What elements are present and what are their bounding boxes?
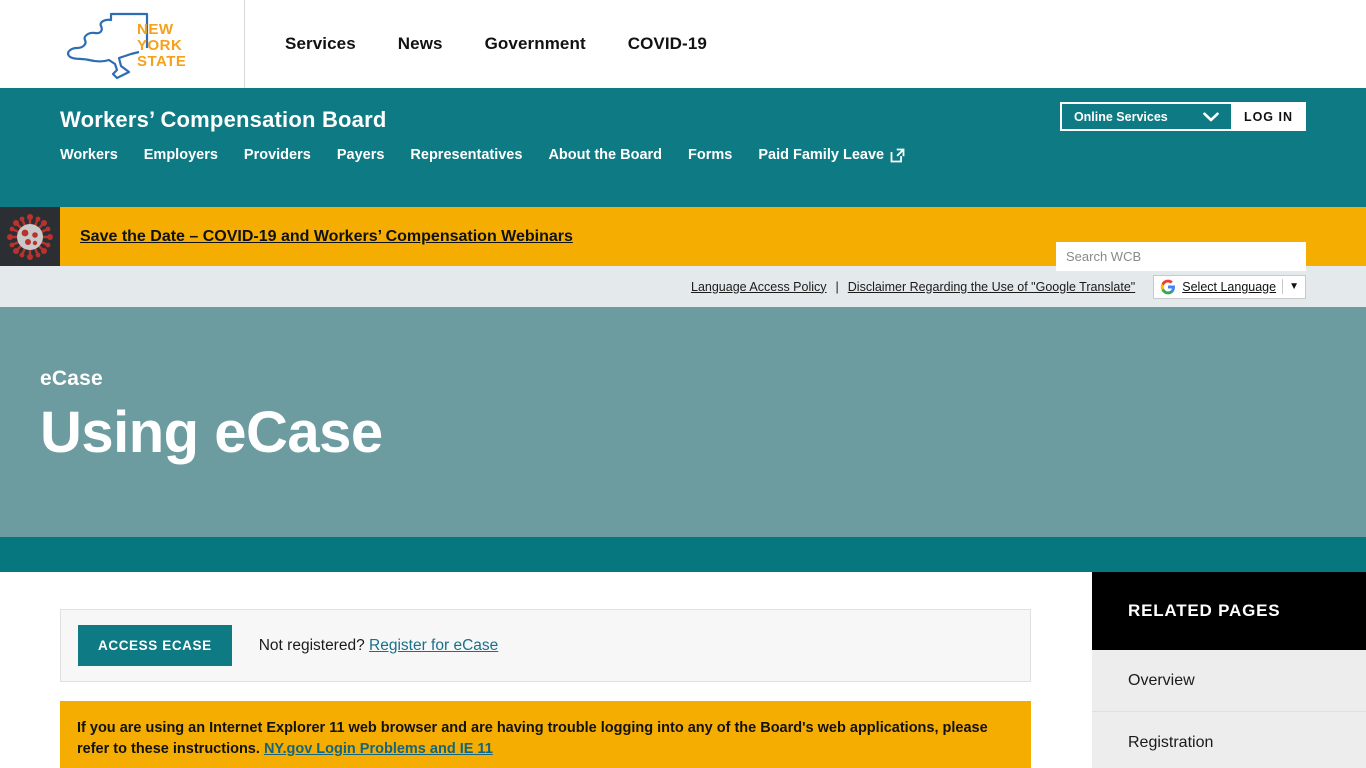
wcb-nav-representatives[interactable]: Representatives [410, 147, 522, 163]
ie11-notice-banner: If you are using an Internet Explorer 11… [60, 701, 1031, 768]
page-title: Using eCase [40, 400, 383, 465]
nygov-link-news[interactable]: News [398, 34, 443, 54]
language-bar-separator: | [835, 279, 839, 294]
ie11-help-link[interactable]: NY.gov Login Problems and IE 11 [264, 741, 493, 757]
external-link-icon [890, 148, 905, 162]
language-bar: Language Access Policy | Disclaimer Rega… [0, 266, 1366, 307]
login-button[interactable]: LOG IN [1230, 102, 1306, 131]
google-translate-widget[interactable]: Select Language ▼ [1153, 274, 1306, 299]
access-ecase-panel: ACCESS ECASE Not registered? Register fo… [60, 609, 1031, 682]
wcb-nav-forms[interactable]: Forms [688, 147, 732, 163]
sidebar-item-registration[interactable]: Registration [1092, 712, 1366, 768]
access-ecase-button[interactable]: ACCESS ECASE [78, 625, 232, 666]
new-york-state-logo-icon: NEW YORK STATE [67, 12, 185, 80]
wcb-nav-employers[interactable]: Employers [144, 147, 218, 163]
related-pages-heading: RELATED PAGES [1092, 572, 1366, 650]
wcb-nav-about-the-board[interactable]: About the Board [548, 147, 662, 163]
chevron-down-icon [1203, 112, 1219, 121]
online-services-label: Online Services [1073, 109, 1168, 124]
nygov-nav: Services News Government COVID-19 [245, 0, 707, 88]
wcb-header: Workers’ Compensation Board Workers Empl… [0, 88, 1366, 271]
hero-eyebrow: eCase [40, 367, 103, 390]
language-access-policy-link[interactable]: Language Access Policy [691, 280, 827, 294]
register-for-ecase-link[interactable]: Register for eCase [369, 637, 498, 654]
wcb-site-title[interactable]: Workers’ Compensation Board [60, 107, 387, 133]
wcb-nav-employers-label: Employers [143, 147, 218, 163]
nygov-link-services[interactable]: Services [285, 34, 356, 54]
main-content-column: ACCESS ECASE Not registered? Register fo… [0, 572, 1092, 768]
select-language-label: Select Language [1182, 279, 1277, 294]
online-services-dropdown[interactable]: Online Services [1059, 102, 1231, 131]
not-registered-text-group: Not registered? Register for eCase [259, 637, 499, 655]
svg-text:STATE: STATE [137, 53, 185, 70]
google-g-icon [1160, 279, 1176, 294]
svg-text:YORK: YORK [137, 37, 182, 54]
covid-alert-text-cell: Save the Date – COVID-19 and Workers’ Co… [60, 207, 573, 266]
wcb-nav-payers-label: Payers [336, 147, 385, 163]
ie11-notice-text: If you are using an Internet Explorer 11… [77, 720, 988, 758]
wcb-nav-providers-label: Providers [243, 147, 311, 163]
nygov-logo-link[interactable]: NEW YORK STATE [0, 0, 245, 88]
sidebar-item-overview-label: Overview [1128, 671, 1195, 689]
wcb-nav-workers[interactable]: Workers [60, 147, 118, 163]
google-translate-caret-icon: ▼ [1289, 280, 1299, 292]
search-input[interactable] [1056, 242, 1306, 271]
wcb-nav-payers[interactable]: Payers [337, 147, 385, 163]
wcb-nav-pfl-label: Paid Family Leave [758, 147, 885, 163]
page-hero: eCase Using eCase [0, 307, 1366, 537]
related-pages-sidebar: RELATED PAGES Overview Registration [1092, 572, 1366, 768]
wcb-main-nav: Workers Employers Providers Payers Repre… [60, 147, 905, 163]
google-translate-disclaimer-link[interactable]: Disclaimer Regarding the Use of "Google … [848, 280, 1135, 294]
wcb-nav-about-label: About the Board [548, 147, 663, 163]
coronavirus-icon-cell [0, 207, 60, 266]
nygov-top-bar: NEW YORK STATE Services News Government … [0, 0, 1366, 88]
sidebar-item-overview[interactable]: Overview [1092, 650, 1366, 712]
wcb-nav-representatives-label: Representatives [410, 147, 523, 163]
hero-underbar [0, 537, 1366, 572]
wcb-nav-providers[interactable]: Providers [244, 147, 311, 163]
nygov-link-covid19[interactable]: COVID-19 [628, 34, 707, 54]
online-services-group: Online Services LOG IN [1059, 102, 1306, 131]
coronavirus-icon [7, 213, 53, 260]
sidebar-item-registration-label: Registration [1128, 733, 1214, 751]
nygov-link-government[interactable]: Government [485, 34, 586, 54]
wcb-nav-workers-label: Workers [60, 147, 118, 163]
not-registered-label: Not registered? [258, 636, 365, 654]
google-translate-divider [1282, 279, 1284, 294]
wcb-nav-forms-label: Forms [688, 147, 733, 163]
wcb-nav-paid-family-leave[interactable]: Paid Family Leave [758, 147, 905, 163]
svg-text:NEW: NEW [137, 21, 174, 38]
covid-alert-link[interactable]: Save the Date – COVID-19 and Workers’ Co… [80, 228, 573, 246]
page-body: ACCESS ECASE Not registered? Register fo… [0, 572, 1366, 768]
